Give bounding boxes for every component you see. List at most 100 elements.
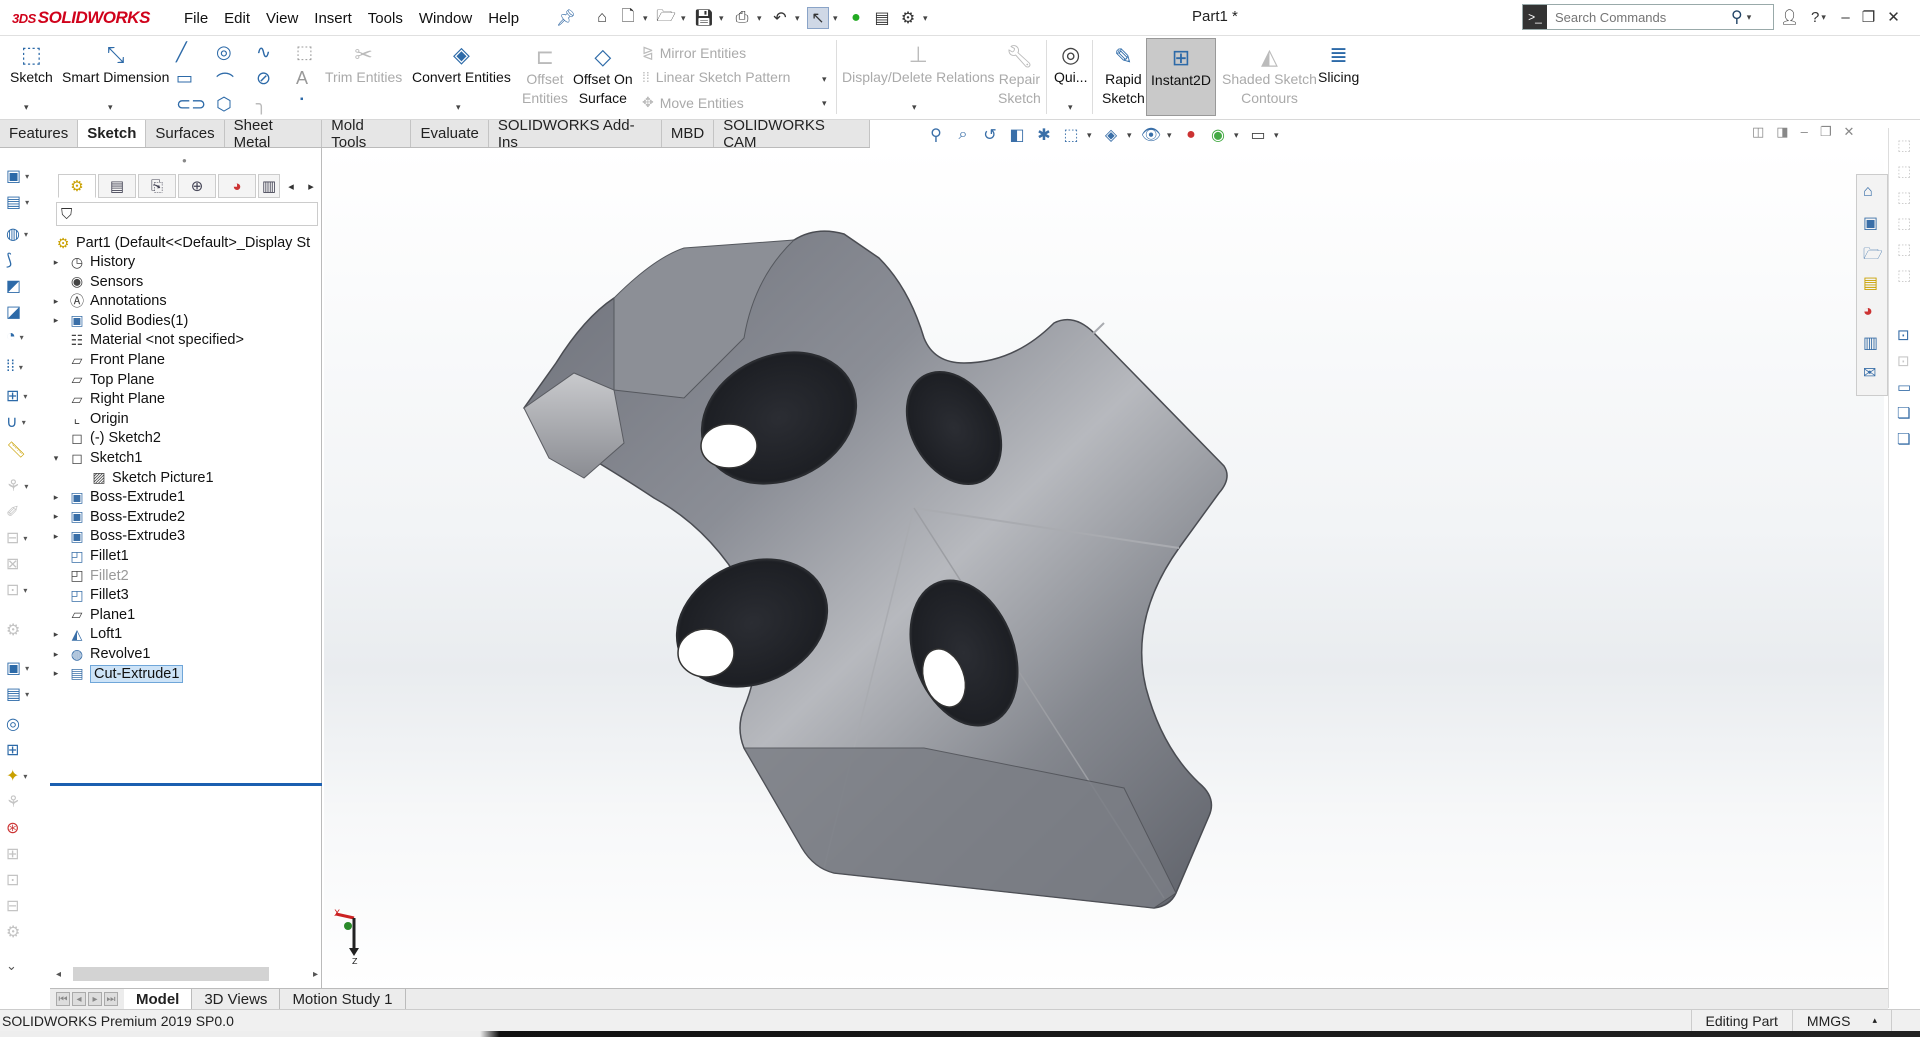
graphics-area[interactable] bbox=[324, 148, 1884, 988]
disabled-tool-icon[interactable]: ⚘ bbox=[6, 792, 20, 812]
chevron-down-icon[interactable]: ▾ bbox=[1087, 130, 1095, 141]
panel-grip-icon[interactable]: ● bbox=[182, 156, 187, 165]
chevron-down-icon[interactable]: ▾ bbox=[108, 102, 116, 113]
menu-edit[interactable]: Edit bbox=[216, 10, 258, 27]
view-settings-icon[interactable]: ▭ bbox=[1247, 125, 1269, 145]
options-gear-icon[interactable]: ⚙ bbox=[897, 7, 919, 29]
rectangle-icon[interactable]: ▭ bbox=[176, 68, 193, 89]
disabled-tool-icon[interactable]: ⬚ bbox=[1897, 214, 1911, 232]
chevron-down-icon[interactable]: ▾ bbox=[822, 98, 830, 109]
tab-solidworks-add-ins[interactable]: SOLIDWORKS Add-Ins bbox=[489, 117, 662, 151]
display-delete-relations-button[interactable]: ⊥ Display/Delete Relations bbox=[842, 42, 995, 87]
linear-sketch-pattern-button[interactable]: ⁞⁞ Linear Sketch Pattern bbox=[642, 69, 790, 85]
display-style-icon[interactable]: ◈ bbox=[1100, 125, 1122, 145]
file-properties-icon[interactable]: ▤ bbox=[871, 7, 893, 29]
extruded-boss-icon[interactable]: ▣ ▾ bbox=[6, 166, 29, 186]
configuration-manager-tab[interactable]: ⎘ bbox=[138, 174, 176, 198]
chevron-down-icon[interactable]: ▾ bbox=[923, 13, 931, 24]
chevron-down-icon[interactable]: ▾ bbox=[1068, 102, 1076, 113]
chevron-down-icon[interactable]: ▾ bbox=[1274, 130, 1282, 141]
status-resize-icon[interactable] bbox=[1891, 1009, 1920, 1032]
home-icon[interactable]: ⌂ bbox=[591, 7, 613, 29]
scrollbar-thumb[interactable] bbox=[73, 967, 269, 981]
view-orientation-icon[interactable]: ⬚ bbox=[1060, 125, 1082, 145]
view-icon[interactable]: ⊞ bbox=[6, 740, 19, 760]
help-icon[interactable]: ? bbox=[1811, 9, 1819, 26]
panel-right-icon[interactable]: ◨ bbox=[1776, 124, 1788, 140]
chevron-down-icon[interactable]: ▾ bbox=[833, 13, 841, 24]
reference-plane-icon[interactable]: ▤ ▾ bbox=[6, 684, 29, 704]
layers-icon[interactable]: ❏ bbox=[1897, 404, 1910, 422]
select-pointer-icon[interactable]: ↖ bbox=[807, 7, 829, 29]
disabled-tool-icon[interactable]: ⚙ bbox=[6, 922, 20, 942]
menu-file[interactable]: File bbox=[176, 10, 216, 27]
expand-arrow-icon[interactable]: ▸ bbox=[50, 315, 62, 326]
disabled-tool-icon[interactable]: ⊞ bbox=[6, 844, 19, 864]
revolved-boss-icon[interactable]: ◍ ▾ bbox=[6, 224, 28, 244]
disabled-tool-icon[interactable]: ✐ bbox=[6, 502, 19, 522]
arc-icon[interactable]: ⌒ bbox=[216, 68, 234, 94]
forum-icon[interactable]: ✉ bbox=[1863, 363, 1876, 383]
property-manager-tab[interactable]: ▤ bbox=[98, 174, 136, 198]
chevron-down-icon[interactable]: ▾ bbox=[643, 13, 651, 24]
tab-mold-tools[interactable]: Mold Tools bbox=[322, 117, 412, 151]
instant3d-icon[interactable]: ◎ bbox=[6, 714, 20, 734]
chevron-down-icon[interactable]: ▾ bbox=[456, 102, 464, 113]
expand-arrow-icon[interactable]: ▸ bbox=[50, 296, 62, 307]
undo-icon[interactable]: ↶ bbox=[769, 7, 791, 29]
expand-arrow-icon[interactable]: ▸ bbox=[50, 649, 62, 660]
text-icon[interactable]: A bbox=[296, 68, 308, 89]
chevron-down-icon[interactable]: ▾ bbox=[1167, 130, 1175, 141]
instant2d-button[interactable]: ⊞ Instant2D bbox=[1146, 38, 1216, 116]
menu-insert[interactable]: Insert bbox=[306, 10, 360, 27]
sketch-button[interactable]: ⬚ Sketch bbox=[10, 42, 53, 87]
ellipse-icon[interactable]: ⊘ bbox=[256, 68, 271, 89]
chevron-down-icon[interactable]: ▾ bbox=[681, 13, 689, 24]
open-folder-icon[interactable]: 🗁︎ bbox=[655, 7, 677, 29]
print-icon[interactable]: ⎙ bbox=[731, 7, 753, 29]
spline-icon[interactable]: ∿ bbox=[256, 42, 271, 63]
disabled-tool-icon[interactable]: ⬚ bbox=[1897, 136, 1911, 154]
slot-icon[interactable]: ⊂⊃ bbox=[176, 94, 206, 115]
section-view-icon[interactable]: ◧ bbox=[1006, 125, 1028, 145]
menu-help[interactable]: Help bbox=[480, 10, 527, 27]
toolbox-icon[interactable]: ✦ ▾ bbox=[6, 766, 27, 786]
extruded-cut-icon[interactable]: ▤ ▾ bbox=[6, 192, 29, 212]
bottom-tab-3d-views[interactable]: 3D Views bbox=[192, 989, 281, 1009]
disabled-tool-icon[interactable]: ⊟ bbox=[6, 896, 19, 916]
bottom-tab-model[interactable]: Model bbox=[124, 989, 193, 1009]
tab-sheet-metal[interactable]: Sheet Metal bbox=[225, 117, 323, 151]
tree-horizontal-scrollbar[interactable]: ◂ ▸ bbox=[56, 966, 318, 982]
traffic-light-icon[interactable]: ● bbox=[845, 7, 867, 29]
tab-features[interactable]: Features bbox=[0, 120, 79, 147]
chevron-down-icon[interactable]: ▾ bbox=[912, 102, 920, 113]
solidworks-logo[interactable]: 3DS SOLIDWORKS bbox=[12, 6, 150, 30]
selection-tool-icon[interactable]: ⊡ bbox=[1897, 326, 1910, 344]
expand-arrow-icon[interactable]: ▸ bbox=[50, 629, 62, 640]
last-tab-icon[interactable]: ⏭ bbox=[104, 992, 118, 1006]
point-icon[interactable]: ▪ bbox=[300, 94, 304, 105]
circle-icon[interactable]: ◎ bbox=[216, 42, 232, 63]
chevron-down-icon[interactable]: ▾ bbox=[1127, 130, 1135, 141]
tab-solidworks-cam[interactable]: SOLIDWORKS CAM bbox=[714, 117, 870, 151]
close-icon[interactable]: ✕ bbox=[1843, 124, 1854, 140]
hide-show-items-icon[interactable]: 👁︎ bbox=[1140, 125, 1162, 145]
expand-arrow-icon[interactable]: ▸ bbox=[50, 668, 62, 679]
check-icon[interactable]: ⊛ bbox=[6, 818, 19, 838]
zoom-to-fit-icon[interactable]: ⚲ bbox=[925, 125, 947, 145]
new-document-icon[interactable]: 🗋︎ bbox=[617, 7, 639, 29]
apply-scene-icon[interactable]: ◉ bbox=[1207, 125, 1229, 145]
measure-icon[interactable]: 📏︎ bbox=[6, 440, 26, 460]
view-palette-icon[interactable]: ▤ bbox=[1863, 273, 1878, 293]
units-selector[interactable]: MMGS ▴ bbox=[1791, 1009, 1891, 1032]
chevron-down-icon[interactable]: ▾ bbox=[795, 13, 803, 24]
chevron-right-icon[interactable]: ▸ bbox=[302, 174, 320, 198]
expand-arrow-icon[interactable]: ▸ bbox=[50, 257, 62, 268]
panel-left-icon[interactable]: ◫ bbox=[1752, 124, 1764, 140]
design-library-icon[interactable]: ▣ bbox=[1863, 213, 1878, 233]
zoom-to-area-icon[interactable]: ⌕ bbox=[952, 126, 974, 144]
tab-sketch[interactable]: Sketch bbox=[78, 120, 147, 147]
chevron-down-icon[interactable]: ▾ bbox=[719, 13, 727, 24]
disabled-tool-icon[interactable]: ⬚ bbox=[1897, 188, 1911, 206]
quick-snaps-button[interactable]: ◎ Qui... bbox=[1054, 42, 1087, 87]
